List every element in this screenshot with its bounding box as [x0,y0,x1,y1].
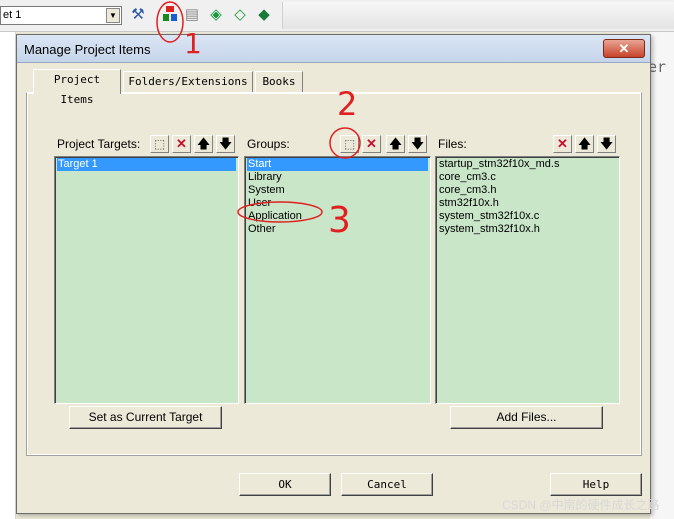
delete-group-button[interactable]: ✕ [362,135,381,153]
editor-gutter [0,32,16,519]
new-target-button[interactable]: ⬚ [150,135,169,153]
editor-edge [650,32,674,519]
list-item[interactable]: User [247,197,271,210]
move-file-up-button[interactable]: 🡅 [575,135,594,153]
arrow-up-icon: 🡅 [388,136,403,151]
target-select-value: et 1 [3,9,22,21]
add-files-button[interactable]: Add Files... [450,406,603,429]
list-item[interactable]: Target 1 [57,158,236,171]
tab-books[interactable]: Books [255,71,303,93]
new-item-icon: ⬚ [343,137,356,151]
list-item[interactable]: System [247,184,285,197]
rebuild-icon[interactable]: ⚒ [128,5,148,25]
arrow-down-icon: 🡇 [599,136,614,151]
watermark: CSDN @中南的硬件成长之路 [502,498,660,512]
debug-icon[interactable]: ◆ [254,5,274,25]
manage-project-items-icon[interactable] [160,5,180,25]
move-group-up-button[interactable]: 🡅 [386,135,405,153]
list-item[interactable]: core_cm3.c [438,171,496,184]
editor-text: er [648,58,667,76]
dialog-titlebar[interactable]: Manage Project Items ✕ [17,35,650,63]
dialog-title: Manage Project Items [24,42,151,57]
manage-project-items-dialog: Manage Project Items ✕ Project Items Fol… [16,34,651,514]
new-item-icon: ⬚ [153,137,166,151]
target-select[interactable]: et 1 ▼ [0,6,122,25]
delete-icon: ✕ [557,136,568,151]
close-icon: ✕ [618,41,630,56]
list-item[interactable]: Start [247,158,428,171]
arrow-down-icon: 🡇 [218,136,233,151]
new-group-button[interactable]: ⬚ [340,135,359,153]
list-item[interactable]: system_stm32f10x.h [438,223,540,236]
toolbar-tabs-area [282,2,674,29]
groups-header: Groups: ⬚ ✕ 🡅 🡇 [244,132,431,156]
options-icon[interactable]: ◈ [206,5,226,25]
list-item[interactable]: Application [247,210,302,223]
cancel-button[interactable]: Cancel [341,473,433,496]
files-label: Files: [438,137,467,151]
list-item[interactable]: Library [247,171,282,184]
chevron-down-icon[interactable]: ▼ [106,8,120,23]
file-extensions-icon[interactable]: ▤ [182,5,202,25]
ok-button[interactable]: OK [239,473,331,496]
annotation-number-2: 2 [337,85,358,123]
annotation-number-3: 3 [328,200,351,241]
list-item[interactable]: startup_stm32f10x_md.s [438,158,559,171]
move-target-up-button[interactable]: 🡅 [194,135,213,153]
move-target-down-button[interactable]: 🡇 [216,135,235,153]
project-targets-label: Project Targets: [57,137,141,151]
move-file-down-button[interactable]: 🡇 [597,135,616,153]
panel-face: Project Targets: ⬚ ✕ 🡅 🡇 Target 1 Groups… [28,94,640,454]
download-icon[interactable]: ◇ [230,5,250,25]
ide-toolbar: et 1 ▼ ⚒ ▤ ◈ ◇ ◆ [0,0,674,32]
list-item[interactable]: Other [247,223,276,236]
project-targets-header: Project Targets: ⬚ ✕ 🡅 🡇 [54,132,239,156]
files-header: Files: ✕ 🡅 🡇 [435,132,620,156]
arrow-down-icon: 🡇 [410,136,425,151]
delete-icon: ✕ [176,136,187,151]
groups-label: Groups: [247,137,290,151]
delete-target-button[interactable]: ✕ [172,135,191,153]
arrow-up-icon: 🡅 [577,136,592,151]
tab-folders-extensions[interactable]: Folders/Extensions [123,71,253,93]
help-button[interactable]: Help [550,473,642,496]
delete-icon: ✕ [366,136,377,151]
list-item[interactable]: system_stm32f10x.c [438,210,539,223]
tab-panel: Project Targets: ⬚ ✕ 🡅 🡇 Target 1 Groups… [26,92,642,456]
close-button[interactable]: ✕ [603,39,645,58]
files-list[interactable]: startup_stm32f10x_md.s core_cm3.c core_c… [435,156,620,404]
set-as-current-target-button[interactable]: Set as Current Target [69,406,222,429]
project-targets-list[interactable]: Target 1 [54,156,239,404]
move-group-down-button[interactable]: 🡇 [408,135,427,153]
delete-file-button[interactable]: ✕ [553,135,572,153]
list-item[interactable]: core_cm3.h [438,184,496,197]
tab-project-items[interactable]: Project Items [33,69,121,106]
groups-list[interactable]: Start Library System User Application Ot… [244,156,431,404]
arrow-up-icon: 🡅 [196,136,211,151]
annotation-number-1: 1 [184,27,202,60]
list-item[interactable]: stm32f10x.h [438,197,499,210]
